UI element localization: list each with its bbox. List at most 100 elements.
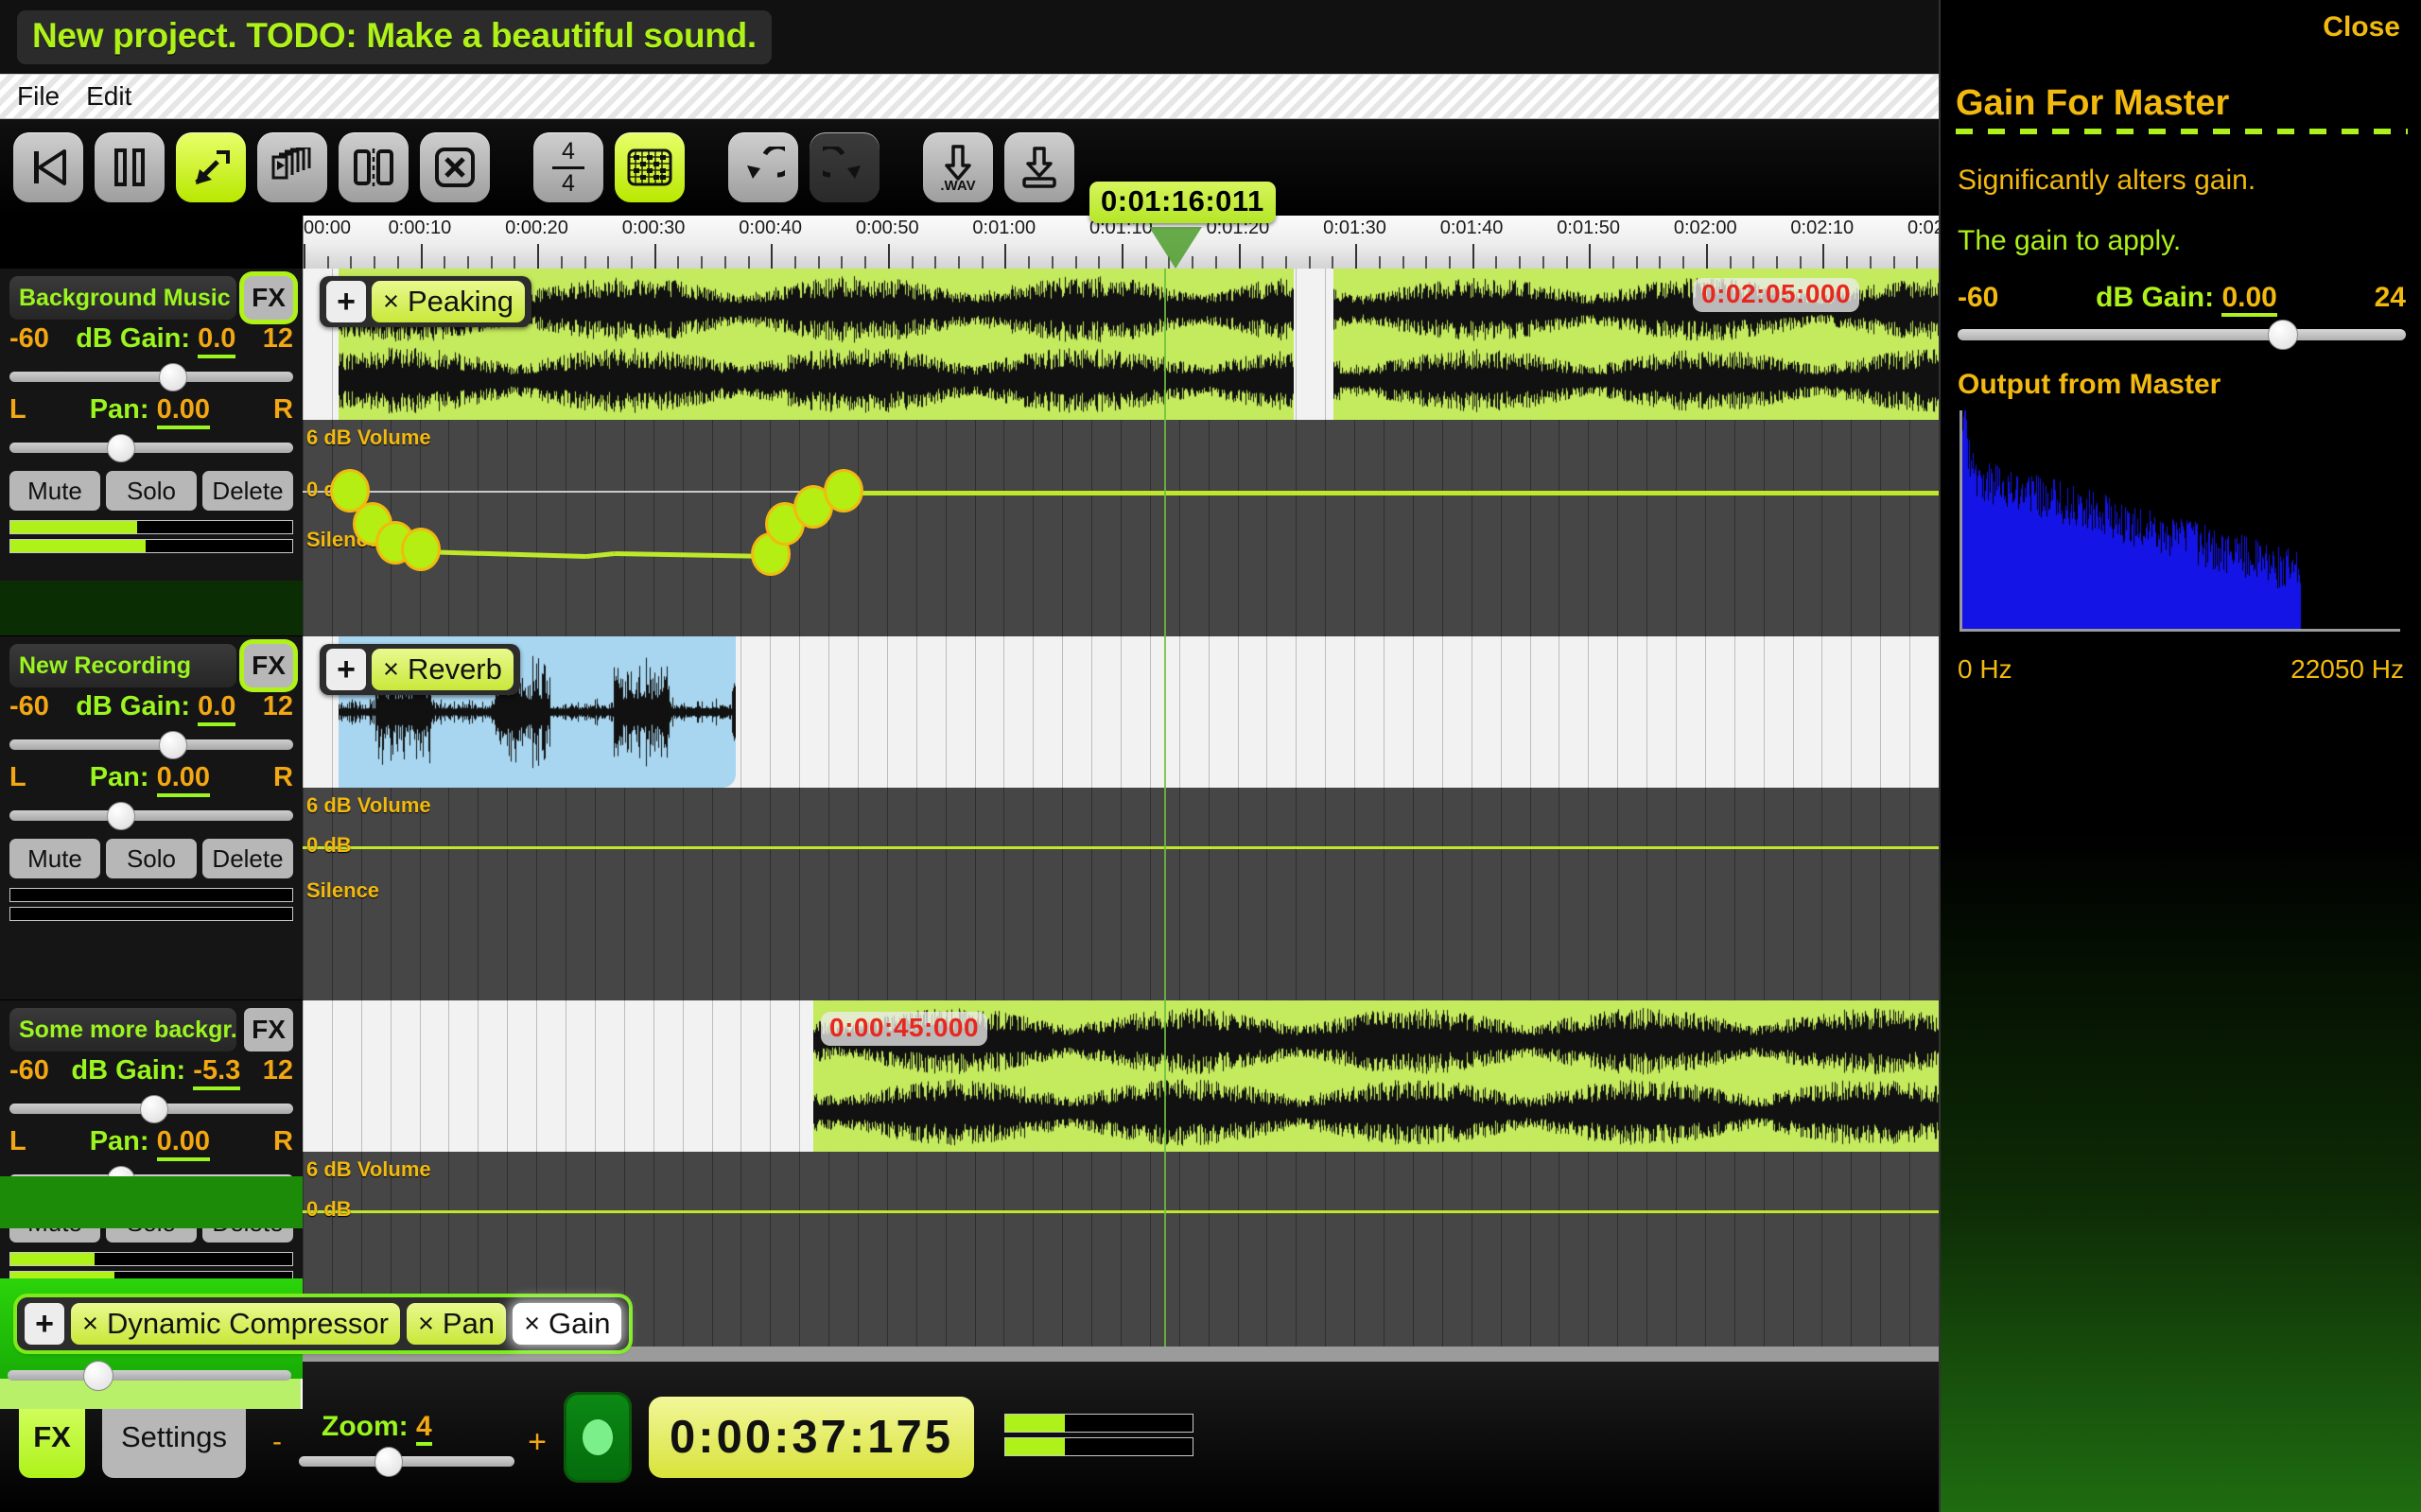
record-button[interactable] — [564, 1391, 633, 1483]
playhead-marker[interactable] — [1149, 227, 1202, 269]
track-pan-row: L Pan: 0.00 R — [9, 762, 293, 797]
track-gain-row: -60 dB Gain: 0.0 12 — [9, 691, 293, 726]
delete-clip-button[interactable] — [420, 132, 490, 202]
track-mute-button[interactable]: Mute — [9, 471, 100, 511]
track-meter-right — [9, 907, 293, 921]
effect-chip[interactable]: × Reverb — [372, 649, 514, 690]
add-master-effect-button[interactable]: + — [25, 1303, 64, 1345]
menu-item-edit[interactable]: Edit — [86, 81, 131, 112]
save-project-button[interactable] — [1004, 132, 1074, 202]
track-mute-button[interactable]: Mute — [9, 839, 100, 878]
track-pan-label: Pan: 0.00 — [90, 394, 211, 429]
arrow-cursor-icon — [188, 145, 234, 190]
remove-effect-icon[interactable]: × — [82, 1309, 98, 1340]
track-pan-right: R — [273, 1126, 293, 1156]
ruler-label: 0:01:50 — [1557, 217, 1621, 238]
track-fx-button[interactable]: FX — [244, 644, 293, 687]
track-delete-button[interactable]: Delete — [202, 839, 293, 878]
track-gain-slider-knob[interactable] — [140, 1095, 168, 1123]
remove-effect-icon[interactable]: × — [418, 1309, 434, 1340]
envelope-point[interactable] — [401, 528, 441, 571]
add-effect-button[interactable]: + — [326, 649, 366, 690]
zoom-out-button[interactable]: - — [272, 1426, 282, 1458]
master-effect-chip[interactable]: × Dynamic Compressor — [71, 1303, 400, 1345]
clip-timestamp: 0:00:45:000 — [821, 1012, 988, 1046]
envelope-point[interactable] — [824, 469, 863, 513]
ruler-tick-minor — [490, 256, 493, 269]
select-tool-button[interactable] — [176, 132, 246, 202]
ruler-tick-minor — [1635, 256, 1638, 269]
track-pan-slider[interactable] — [9, 801, 293, 830]
track-gain-slider-knob[interactable] — [159, 363, 187, 391]
track-name[interactable]: Some more backgr... — [9, 1008, 236, 1051]
track-pan-slider-knob[interactable] — [107, 802, 135, 830]
track-waveform-lane[interactable]: 0:00:45:000 — [303, 1000, 1939, 1152]
undo-button[interactable] — [728, 132, 798, 202]
effect-chip[interactable]: × Peaking — [372, 281, 525, 322]
track-pan-slider[interactable] — [9, 433, 293, 462]
master-fx-chain[interactable]: + × Dynamic Compressor × Pan × Gain — [17, 1297, 630, 1350]
ruler-tick-minor — [1214, 256, 1217, 269]
pause-button[interactable] — [95, 132, 165, 202]
effect-label: Reverb — [407, 652, 502, 686]
ruler-tick-minor — [958, 256, 960, 269]
track-name[interactable]: New Recording — [9, 644, 236, 687]
track-meters — [9, 520, 293, 553]
track-gain-min: -60 — [9, 323, 49, 354]
zoom-in-button[interactable]: + — [528, 1424, 547, 1461]
track-fx-button[interactable]: FX — [244, 276, 293, 320]
master-slider[interactable] — [8, 1360, 291, 1391]
track-name[interactable]: Background Music — [9, 276, 236, 320]
track-waveform-lane[interactable]: + × Reverb — [303, 636, 1939, 788]
panel-gain-slider[interactable] — [1958, 320, 2406, 350]
track-gain-slider-knob[interactable] — [159, 731, 187, 759]
arrange-area[interactable]: 0:02:05:000 + × Peaking 6 dB Volume 0 dB Silen… — [303, 269, 1939, 1362]
effect-label: Pan — [442, 1307, 496, 1340]
timeline-ruler[interactable]: 00:00 0:00:10 0:00:20 0:00:30 0:00:40 0:00:50… — [303, 216, 1939, 269]
ruler-label: 0:02:20 — [1907, 217, 1939, 238]
remove-effect-icon[interactable]: × — [524, 1309, 540, 1340]
envelope-curve[interactable] — [303, 1210, 1939, 1213]
time-signature-bottom: 4 — [562, 169, 575, 197]
duplicate-button[interactable] — [257, 132, 327, 202]
add-effect-button[interactable]: + — [326, 281, 366, 322]
track-solo-button[interactable]: Solo — [106, 471, 197, 511]
panel-gain-slider-knob[interactable] — [2268, 320, 2298, 350]
track-fx-button[interactable]: FX — [244, 1008, 293, 1051]
ruler-label: 0:00:40 — [739, 217, 803, 238]
master-slider-knob[interactable] — [83, 1361, 113, 1391]
track-gain-min: -60 — [9, 1055, 49, 1086]
remove-effect-icon[interactable]: × — [383, 654, 399, 686]
zoom-slider-track[interactable] — [299, 1455, 515, 1467]
track-waveform-lane[interactable]: 0:02:05:000 + × Peaking — [303, 269, 1939, 420]
grid-snap-button[interactable] — [615, 132, 685, 202]
track-fx-chain[interactable]: + × Peaking — [320, 276, 531, 327]
export-wav-button[interactable]: .WAV — [923, 132, 993, 202]
time-signature-button[interactable]: 4 4 — [533, 132, 603, 202]
split-icon — [352, 147, 395, 188]
track-gain-value: -5.3 — [193, 1055, 241, 1090]
remove-effect-icon[interactable]: × — [383, 287, 399, 318]
track-fx-chain[interactable]: + × Reverb — [320, 644, 520, 695]
ruler-tick-minor — [1402, 256, 1404, 269]
track-envelope-lane[interactable]: 6 dB Volume 0 dB Silence — [303, 788, 1939, 1000]
split-clip-button[interactable] — [339, 132, 409, 202]
track-delete-button[interactable]: Delete — [202, 471, 293, 511]
redo-button[interactable] — [810, 132, 880, 202]
track-envelope-lane[interactable]: 6 dB Volume 0 dB Silence — [303, 420, 1939, 636]
master-effect-chip[interactable]: × Gain — [513, 1303, 622, 1345]
panel-gain-label-text: dB Gain: — [2096, 282, 2215, 313]
rewind-to-start-button[interactable] — [13, 132, 83, 202]
menu-item-file[interactable]: File — [17, 81, 60, 112]
zoom-slider-knob[interactable] — [374, 1446, 404, 1477]
track-pan-slider-knob[interactable] — [107, 434, 135, 462]
track-pan-value: 0.00 — [156, 1126, 211, 1161]
track-gain-slider[interactable] — [9, 362, 293, 391]
track-gain-slider[interactable] — [9, 730, 293, 759]
master-effect-chip[interactable]: × Pan — [406, 1303, 507, 1345]
track-gain-slider[interactable] — [9, 1094, 293, 1123]
close-panel-button[interactable]: Close — [2323, 11, 2400, 43]
track-solo-button[interactable]: Solo — [106, 839, 197, 878]
ruler-tick-minor — [1869, 256, 1872, 269]
envelope-curve[interactable] — [303, 846, 1939, 849]
